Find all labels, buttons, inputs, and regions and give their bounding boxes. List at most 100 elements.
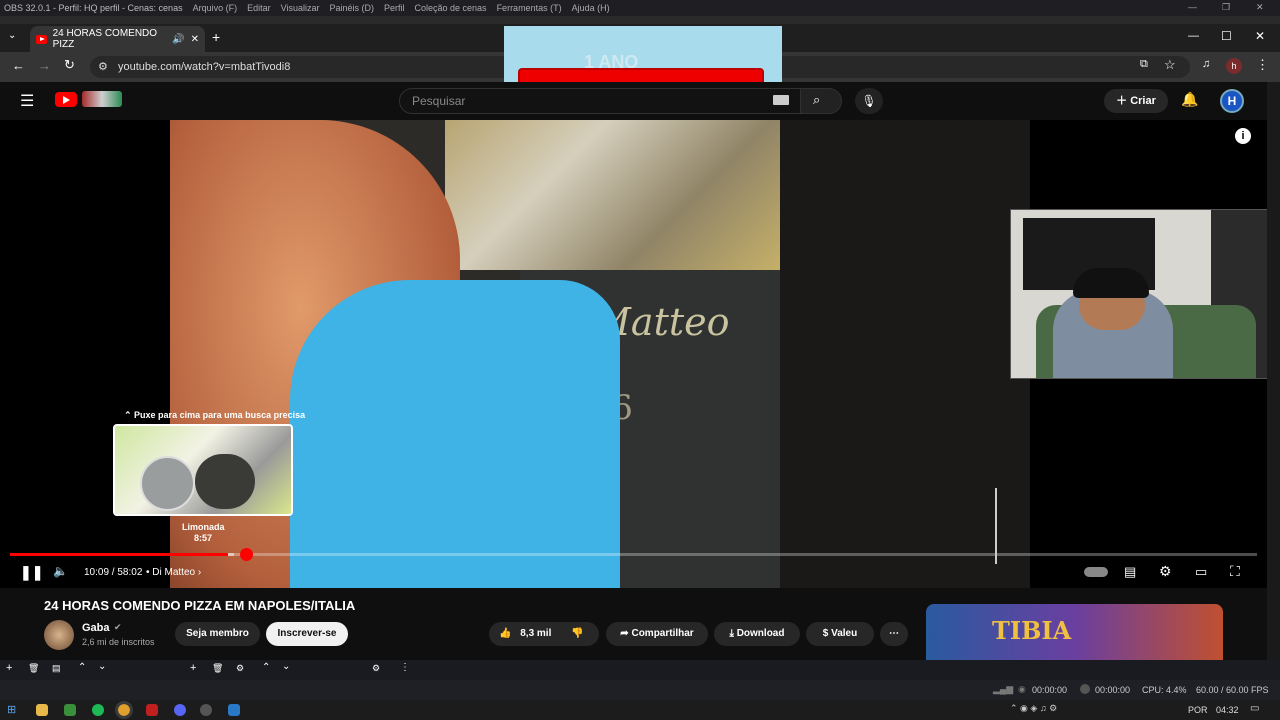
obs-menu-edit[interactable]: Editar <box>247 3 271 13</box>
progress-played <box>10 553 229 556</box>
remove-scene-icon[interactable]: 🗑 <box>28 663 39 674</box>
captions-icon[interactable]: ▤ <box>1124 564 1136 580</box>
record-time: 00:00:00 <box>1095 685 1131 695</box>
youtube-header: ☰ Pesquisar ⌕ 🎙 ＋ Criar 🔔 H <box>0 82 1267 120</box>
app-red-icon[interactable] <box>146 704 158 716</box>
browser-menu-icon[interactable]: ⋮ <box>1256 57 1269 73</box>
bookmark-star-icon[interactable]: ☆ <box>1164 57 1176 73</box>
autoplay-toggle[interactable] <box>1084 567 1108 577</box>
scene-down-icon[interactable]: ⌄ <box>98 661 106 672</box>
volume-icon[interactable]: 🔈 <box>53 564 68 578</box>
search-input[interactable]: Pesquisar <box>399 88 801 114</box>
clock[interactable]: 04:32 <box>1216 705 1239 715</box>
ad-banner[interactable]: TIBIA <box>926 604 1223 660</box>
obs-menu-docks[interactable]: Painéis (D) <box>329 3 374 13</box>
back-icon[interactable]: ← <box>12 58 25 73</box>
obs-window-title: OBS 32.0.1 - Perfil: HQ perfil - Cenas: … <box>4 3 183 13</box>
notifications-bell-icon[interactable]: 🔔 <box>1181 91 1198 108</box>
mixer-menu-icon[interactable]: ⋮ <box>400 662 410 673</box>
seek-hint-text: ⌃ Puxe para cima para uma busca precisa <box>124 410 306 420</box>
dislike-icon[interactable]: 👎 <box>571 622 583 646</box>
pause-icon[interactable]: ❚❚ <box>20 564 43 581</box>
download-button[interactable]: ⤓ Download <box>714 622 800 646</box>
window-close-icon[interactable]: ✕ <box>1255 29 1265 43</box>
seek-preview-chapter: Limonada <box>182 522 225 532</box>
keyboard-icon[interactable] <box>773 95 789 105</box>
share-button[interactable]: ➦ Compartilhar <box>606 622 708 646</box>
subscribe-button[interactable]: Inscrever-se <box>266 622 348 646</box>
obs-close-icon[interactable]: ✕ <box>1256 2 1264 13</box>
more-actions-icon[interactable]: ⋯ <box>880 622 908 646</box>
like-icon[interactable]: 👍 <box>499 628 511 639</box>
create-button[interactable]: ＋ Criar <box>1104 89 1168 113</box>
video-player[interactable]: Matteo 936 i ⌃ Puxe para cima para uma b… <box>0 120 1267 588</box>
channel-name[interactable]: Gaba <box>82 622 110 634</box>
reload-icon[interactable]: ↻ <box>64 57 75 73</box>
menu-hamburger-icon[interactable]: ☰ <box>20 91 34 111</box>
like-count[interactable]: 8,3 mil <box>520 628 551 639</box>
settings-gear-icon[interactable]: ⚙ <box>1159 563 1172 580</box>
obs-menu-help[interactable]: Ajuda (H) <box>572 3 610 13</box>
info-icon[interactable]: i <box>1235 128 1251 144</box>
site-info-icon[interactable]: ⚙ <box>98 56 108 78</box>
scene-up-icon[interactable]: ⌃ <box>78 662 86 673</box>
youtube-doodle-logo[interactable] <box>82 91 122 107</box>
tab-search-icon[interactable]: ⌄ <box>8 30 16 41</box>
chapter-button[interactable]: • Di Matteo › <box>146 567 201 578</box>
source-up-icon[interactable]: ⌃ <box>262 662 270 673</box>
file-explorer-icon[interactable] <box>36 704 48 716</box>
profile-avatar[interactable]: h <box>1226 58 1242 74</box>
page-scrollbar[interactable] <box>1267 82 1280 660</box>
obs-menu-scene-collection[interactable]: Coleção de cenas <box>415 3 487 13</box>
tab-close-icon[interactable]: ✕ <box>191 34 199 45</box>
scene-filters-icon[interactable]: ▤ <box>52 663 61 674</box>
input-language[interactable]: POR <box>1188 705 1208 715</box>
like-dislike-group: 👍 8,3 mil 👎 <box>489 622 599 646</box>
media-controls-icon[interactable]: ♫ <box>1202 58 1210 70</box>
tray-icons[interactable]: ⌃ ◉ ◈ ♫ ⚙ <box>1010 703 1057 714</box>
source-down-icon[interactable]: ⌄ <box>282 661 290 672</box>
fullscreen-icon[interactable]: ⛶ <box>1230 563 1240 580</box>
join-button[interactable]: Seja membro <box>175 622 260 646</box>
forward-icon[interactable]: → <box>38 58 51 73</box>
discord-icon[interactable] <box>174 704 186 716</box>
start-icon[interactable]: ⊞ <box>7 703 16 716</box>
theater-mode-icon[interactable]: ▭ <box>1195 564 1207 580</box>
time-display: 10:09 / 58:02 <box>84 567 143 578</box>
voice-search-button[interactable]: 🎙 <box>855 88 883 114</box>
obs-menu-tools[interactable]: Ferramentas (T) <box>497 3 562 13</box>
remove-source-icon[interactable]: 🗑 <box>212 663 223 674</box>
obs-minimize-icon[interactable]: — <box>1188 2 1197 12</box>
search-icon: ⌕ <box>813 92 821 107</box>
cast-icon[interactable]: ⧉ <box>1140 58 1148 71</box>
spotify-icon[interactable] <box>92 704 104 716</box>
time-total: 58:02 <box>117 567 143 578</box>
obs-menu-file[interactable]: Arquivo (F) <box>193 3 238 13</box>
new-tab-icon[interactable]: + <box>212 29 220 45</box>
mixer-settings-icon[interactable]: ⚙ <box>372 663 380 674</box>
add-source-icon[interactable]: + <box>190 662 196 674</box>
notification-center-icon[interactable]: ▭ <box>1250 703 1259 714</box>
add-scene-icon[interactable]: + <box>6 662 12 674</box>
search-button[interactable]: ⌕ <box>800 88 842 114</box>
youtube-logo-icon[interactable] <box>55 92 77 107</box>
plus-icon: ＋ <box>1116 95 1131 107</box>
tab-audio-icon[interactable]: 🔊 <box>172 34 184 45</box>
channel-avatar[interactable] <box>44 620 74 650</box>
app-green-icon[interactable] <box>64 704 76 716</box>
thanks-label: Valeu <box>831 628 858 639</box>
obs-menu-profile[interactable]: Perfil <box>384 3 405 13</box>
obs-icon[interactable] <box>200 704 212 716</box>
text-cursor-marker <box>995 488 997 564</box>
source-properties-icon[interactable]: ⚙ <box>236 663 244 674</box>
progress-bar[interactable] <box>10 548 1257 561</box>
window-minimize-icon[interactable]: — <box>1188 30 1199 42</box>
obs-restore-icon[interactable]: ❐ <box>1222 2 1230 13</box>
chrome-icon[interactable] <box>115 701 133 719</box>
account-avatar[interactable]: H <box>1220 89 1244 113</box>
obs-menu-view[interactable]: Visualizar <box>281 3 320 13</box>
window-maximize-icon[interactable]: ☐ <box>1221 29 1232 43</box>
app-blue-icon[interactable] <box>228 704 240 716</box>
thanks-button[interactable]: $ Valeu <box>806 622 874 646</box>
tab-youtube[interactable]: 24 HORAS COMENDO PIZZ 🔊 ✕ <box>30 26 205 52</box>
